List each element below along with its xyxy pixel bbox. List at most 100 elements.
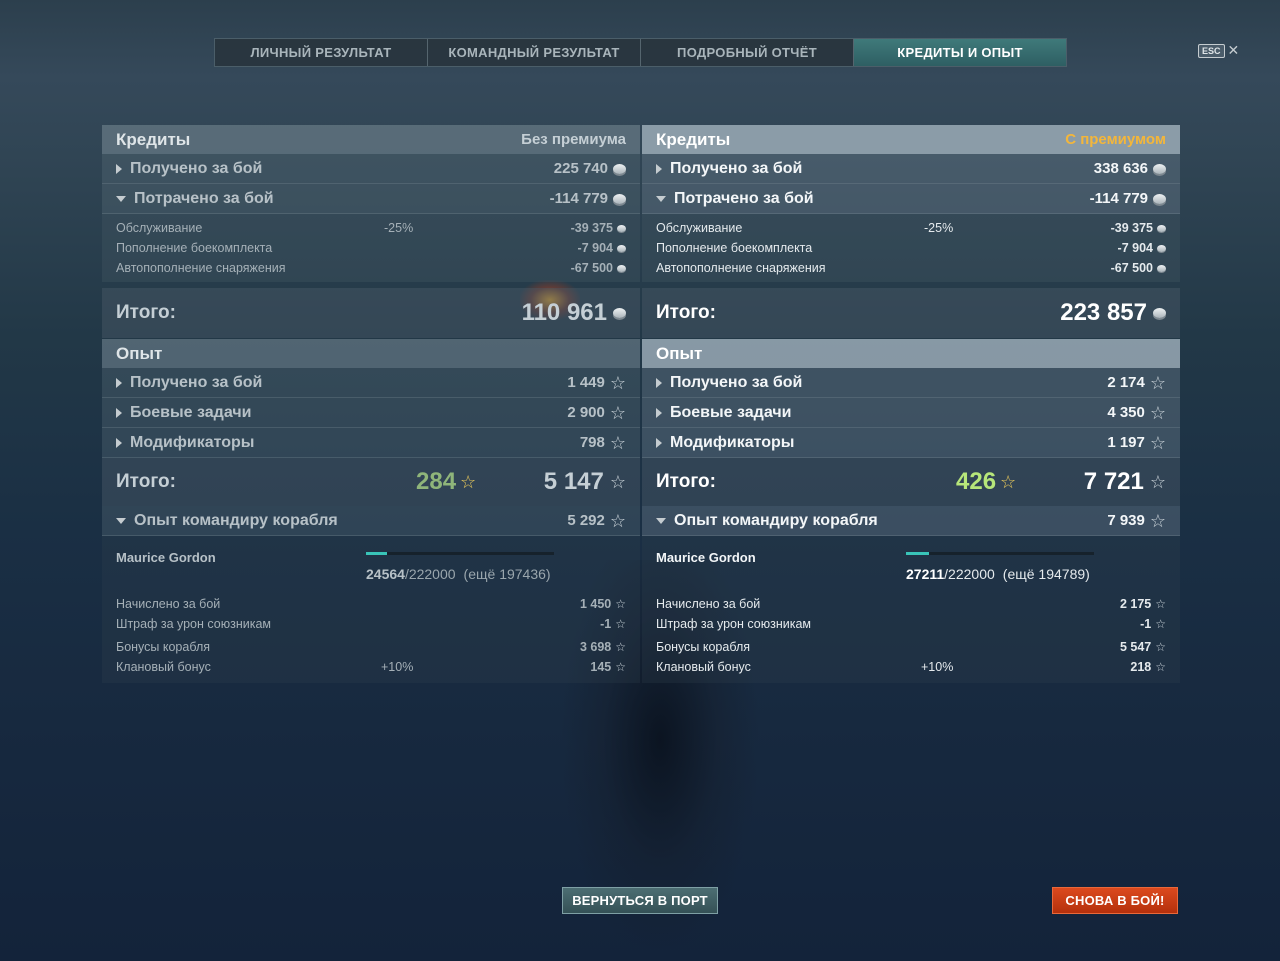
commander-xp-label: Опыт командиру корабля xyxy=(674,511,878,529)
credits-total-value: 110 961 xyxy=(521,299,607,326)
commander-xp-max: /222000 xyxy=(404,566,456,582)
xp-row-label: Модификаторы xyxy=(670,433,795,451)
xp-star-icon: ☆ xyxy=(1149,510,1166,531)
credits-earned-row[interactable]: Получено за бой 338 636 xyxy=(642,154,1180,184)
xp-row[interactable]: Получено за бой 1 449 ☆ xyxy=(102,368,640,398)
xp-row-value: 4 350 xyxy=(1107,404,1145,421)
credits-icon xyxy=(617,244,626,252)
credits-icon xyxy=(613,163,626,174)
xp-total-label: Итого: xyxy=(656,471,716,492)
expand-arrow-icon xyxy=(116,163,122,174)
detail-value: -67 500 xyxy=(570,261,613,275)
detail-label: Обслуживание xyxy=(656,221,743,235)
xp-total-value: 5 147 xyxy=(543,468,604,495)
xp-row[interactable]: Боевые задачи 4 350 ☆ xyxy=(642,398,1180,428)
detail-value: 5 547 xyxy=(1119,640,1152,654)
xp-header: Опыт xyxy=(642,339,1180,368)
credits-icon xyxy=(1157,264,1166,272)
xp-row-value: 798 xyxy=(579,434,605,451)
tab-team-result[interactable]: КОМАНДНЫЙ РЕЗУЛЬТАТ xyxy=(428,39,641,66)
detail-label: Обслуживание xyxy=(116,221,203,235)
detail-row: Автопополнение снаряжения -67 500 xyxy=(116,258,626,278)
xp-row[interactable]: Модификаторы 1 197 ☆ xyxy=(642,428,1180,458)
xp-star-icon: ☆ xyxy=(615,640,626,654)
credits-total-value: 223 857 xyxy=(1060,299,1147,326)
commander-detail-row: Бонусы корабля 3 698 ☆ xyxy=(116,637,626,657)
collapse-arrow-icon xyxy=(116,195,126,202)
expand-arrow-icon xyxy=(656,407,662,418)
commander-name: Maurice Gordon xyxy=(116,550,216,565)
xp-row-value: 2 174 xyxy=(1107,374,1145,391)
commander-xp-row[interactable]: Опыт командиру корабля 7 939 ☆ xyxy=(642,506,1180,536)
credits-spent-row[interactable]: Потрачено за бой -114 779 xyxy=(642,184,1180,214)
detail-value: -7 904 xyxy=(577,241,613,255)
credits-icon xyxy=(613,193,626,204)
commander-detail-row: Бонусы корабля 5 547 ☆ xyxy=(656,637,1166,657)
detail-label: Начислено за бой xyxy=(656,597,761,611)
xp-row[interactable]: Боевые задачи 2 900 ☆ xyxy=(102,398,640,428)
xp-row[interactable]: Модификаторы 798 ☆ xyxy=(102,428,640,458)
detail-value: -67 500 xyxy=(1110,261,1153,275)
credits-icon xyxy=(1153,308,1166,318)
return-to-port-button[interactable]: ВЕРНУТЬСЯ В ПОРТ xyxy=(562,887,718,914)
xp-total-value: 7 721 xyxy=(1083,468,1144,495)
commander-xp-row[interactable]: Опыт командиру корабля 5 292 ☆ xyxy=(102,506,640,536)
xp-row[interactable]: Получено за бой 2 174 ☆ xyxy=(642,368,1180,398)
detail-label: Клановый бонус xyxy=(116,660,211,674)
xp-row-label: Боевые задачи xyxy=(130,403,252,421)
progress-fill xyxy=(906,552,930,555)
xp-star-icon: ☆ xyxy=(1149,372,1166,393)
commander-progress-bar xyxy=(906,552,1094,555)
tab-personal-result[interactable]: ЛИЧНЫЙ РЕЗУЛЬТАТ xyxy=(215,39,428,66)
collapse-arrow-icon xyxy=(116,517,126,524)
xp-row-label: Получено за бой xyxy=(670,373,803,391)
expand-arrow-icon xyxy=(656,437,662,448)
credits-spent-value: -114 779 xyxy=(1089,190,1148,207)
result-tabs: ЛИЧНЫЙ РЕЗУЛЬТАТ КОМАНДНЫЙ РЕЗУЛЬТАТ ПОД… xyxy=(214,38,1067,67)
xp-star-icon: ☆ xyxy=(609,432,626,453)
close-icon: ✕ xyxy=(1227,42,1240,58)
mode-label: Без премиума xyxy=(521,131,626,148)
credits-icon xyxy=(1157,244,1166,252)
detail-value: -7 904 xyxy=(1117,241,1153,255)
xp-star-icon: ☆ xyxy=(1155,660,1166,674)
xp-star-icon: ☆ xyxy=(1155,617,1166,631)
xp-star-icon: ☆ xyxy=(609,472,626,492)
xp-star-icon: ☆ xyxy=(1155,597,1166,611)
xp-row-label: Боевые задачи xyxy=(670,403,792,421)
detail-value: 1 450 xyxy=(579,597,612,611)
commander-details: Maurice Gordon 27211/222000 (ещё 194789) … xyxy=(642,536,1180,683)
xp-total-row: Итого: 284 ☆ 5 147 ☆ xyxy=(102,458,640,506)
close-button[interactable]: ESC ✕ xyxy=(1198,42,1239,59)
credits-icon xyxy=(617,264,626,272)
free-xp-value: 284 xyxy=(416,468,457,495)
credits-earned-value: 225 740 xyxy=(553,160,608,177)
credits-spent-label: Потрачено за бой xyxy=(134,189,274,207)
detail-row: Пополнение боекомплекта -7 904 xyxy=(656,238,1166,258)
commander-xp-current: 27211 xyxy=(906,566,945,582)
credits-header: Кредиты Без премиума xyxy=(102,125,640,154)
collapse-arrow-icon xyxy=(656,517,666,524)
detail-label: Бонусы корабля xyxy=(656,640,751,654)
expand-arrow-icon xyxy=(656,377,662,388)
tab-credits-and-xp[interactable]: КРЕДИТЫ И ОПЫТ xyxy=(854,39,1066,66)
commander-detail-row: Клановый бонус +10% 218 ☆ xyxy=(656,657,1166,677)
expand-arrow-icon xyxy=(116,407,122,418)
commander-details: Maurice Gordon 24564/222000 (ещё 197436) … xyxy=(102,536,640,683)
battle-again-button[interactable]: СНОВА В БОЙ! xyxy=(1052,887,1178,914)
xp-row-value: 2 900 xyxy=(567,404,605,421)
no-premium-panel: Кредиты Без премиума Получено за бой 225… xyxy=(102,125,640,683)
commander-xp-max: /222000 xyxy=(944,566,995,582)
credits-total-row: Итого: 223 857 xyxy=(642,288,1180,338)
xp-star-icon: ☆ xyxy=(615,660,626,674)
credits-spent-label: Потрачено за бой xyxy=(674,189,814,207)
tab-detailed-report[interactable]: ПОДРОБНЫЙ ОТЧЁТ xyxy=(641,39,854,66)
detail-value: 218 xyxy=(1130,660,1152,674)
detail-value: 2 175 xyxy=(1119,597,1152,611)
credits-earned-row[interactable]: Получено за бой 225 740 xyxy=(102,154,640,184)
credits-header: Кредиты С премиумом xyxy=(642,125,1180,154)
credits-total-label: Итого: xyxy=(116,302,176,323)
detail-row: Обслуживание -25% -39 375 xyxy=(116,218,626,238)
credits-earned-label: Получено за бой xyxy=(130,159,263,177)
credits-spent-row[interactable]: Потрачено за бой -114 779 xyxy=(102,184,640,214)
